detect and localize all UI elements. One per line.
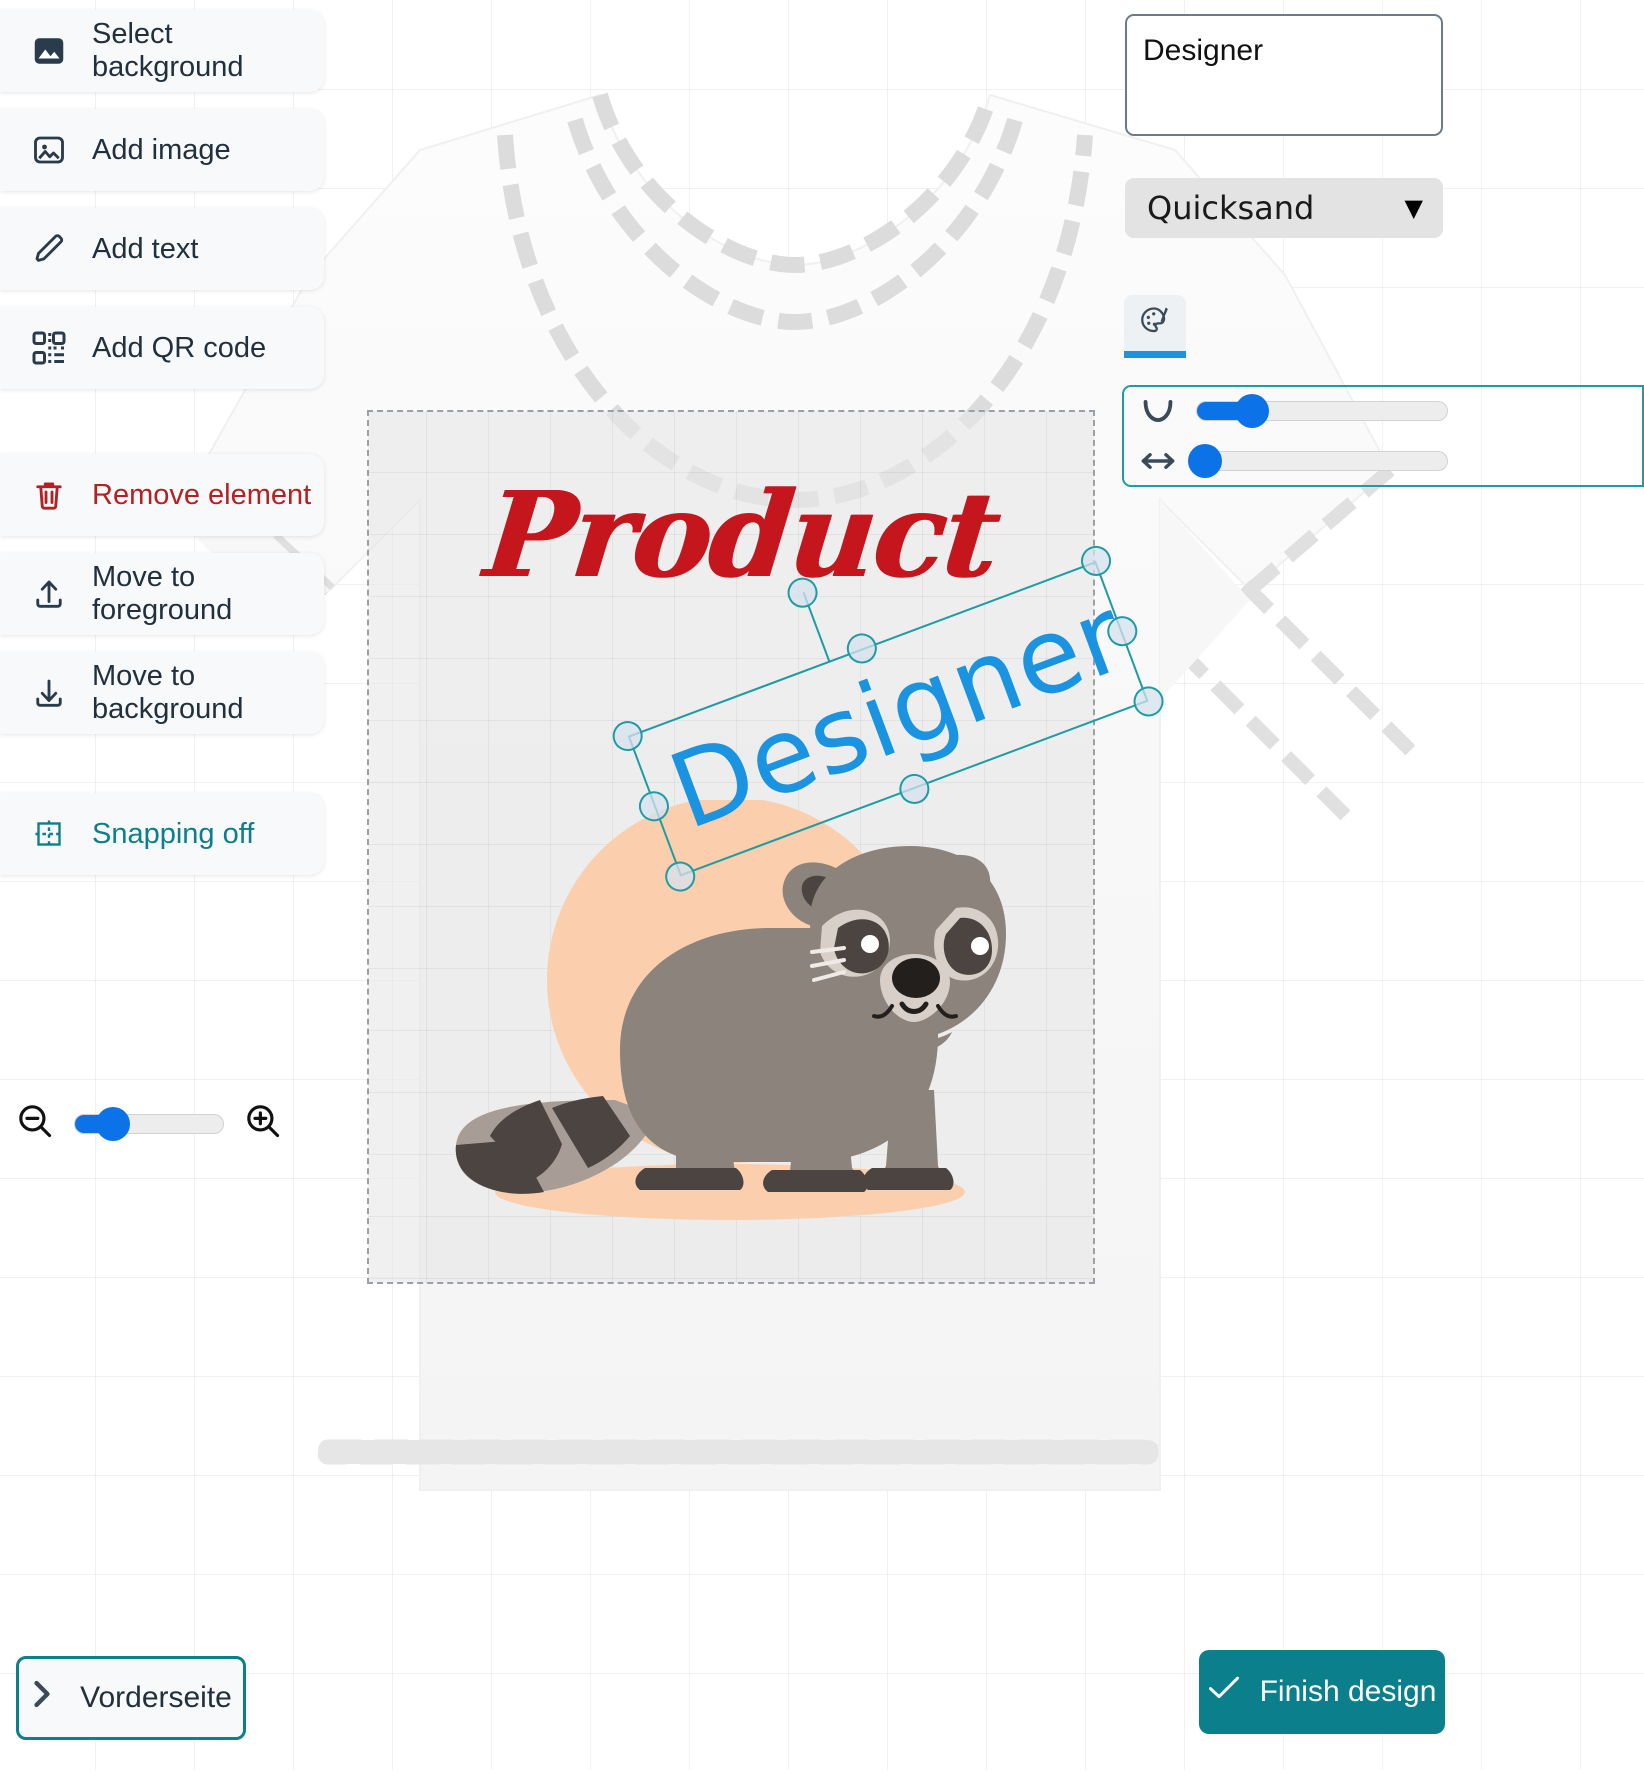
tool-snapping-toggle[interactable]: Snapping off — [0, 793, 324, 875]
tool-label: Move to foreground — [92, 561, 233, 626]
tab-style-palette[interactable] — [1124, 295, 1186, 351]
curve-arc-icon — [1138, 393, 1178, 429]
tool-move-to-background[interactable]: Move to background — [0, 652, 324, 734]
side-switch-label: Vorderseite — [80, 1681, 232, 1714]
side-switch-button[interactable]: Vorderseite — [16, 1656, 246, 1740]
finish-design-label: Finish design — [1259, 1675, 1437, 1708]
magnifier-minus-icon[interactable] — [14, 1100, 56, 1147]
tool-label: Add text — [92, 232, 199, 265]
tool-label: Snapping off — [92, 817, 255, 850]
horizontal-arrows-icon — [1138, 443, 1178, 479]
toolbar-group-separator-2 — [0, 751, 324, 793]
letter-spacing-slider-thumb[interactable] — [1187, 444, 1222, 478]
text-curve-slider-thumb[interactable] — [1235, 394, 1269, 428]
tool-label: Move to background — [92, 660, 244, 725]
check-icon — [1208, 1675, 1240, 1709]
chevron-right-icon — [30, 1679, 54, 1717]
grid-snap-icon — [28, 813, 70, 855]
tool-add-text[interactable]: Add text — [0, 208, 324, 290]
letter-spacing-slider[interactable] — [1187, 444, 1448, 478]
chevron-down-icon: ▼ — [1404, 194, 1423, 222]
toolbar-group-separator — [0, 406, 324, 454]
tool-add-qr-code[interactable]: Add QR code — [0, 307, 324, 389]
tool-add-image[interactable]: Add image — [0, 109, 324, 191]
text-curve-slider[interactable] — [1196, 394, 1448, 428]
tool-remove-element[interactable]: Remove element — [0, 454, 324, 536]
upload-arrow-icon — [28, 573, 70, 615]
tool-move-to-foreground[interactable]: Move to foreground — [0, 553, 324, 635]
finish-design-button[interactable]: Finish design — [1199, 1650, 1445, 1734]
tool-label: Add QR code — [92, 331, 267, 364]
add-image-icon — [28, 129, 70, 171]
tool-label: Add image — [92, 133, 231, 166]
zoom-slider-thumb[interactable] — [96, 1106, 131, 1141]
left-toolbar: Select background Add image Add text Add… — [0, 10, 324, 892]
slider-row-text-curve — [1138, 393, 1642, 429]
image-mountain-icon — [28, 30, 70, 72]
pencil-icon — [28, 228, 70, 270]
qr-code-icon — [28, 327, 70, 369]
download-arrow-icon — [28, 672, 70, 714]
tool-label: Select background — [92, 18, 244, 83]
palette-brush-icon — [1138, 304, 1172, 343]
style-slider-panel — [1122, 385, 1644, 487]
text-content-input[interactable] — [1125, 14, 1443, 136]
font-family-value: Quicksand — [1147, 189, 1315, 227]
slider-row-letter-spacing — [1138, 443, 1642, 479]
zoom-slider[interactable] — [74, 1106, 224, 1141]
tab-active-indicator — [1124, 351, 1186, 358]
font-family-select[interactable]: Quicksand ▼ — [1125, 178, 1443, 238]
trash-icon — [28, 474, 70, 516]
tool-label: Remove element — [92, 478, 312, 511]
zoom-control — [14, 1100, 284, 1147]
tool-select-background[interactable]: Select background — [0, 10, 324, 92]
rotate-handle[interactable] — [783, 573, 822, 613]
magnifier-plus-icon[interactable] — [242, 1100, 284, 1147]
